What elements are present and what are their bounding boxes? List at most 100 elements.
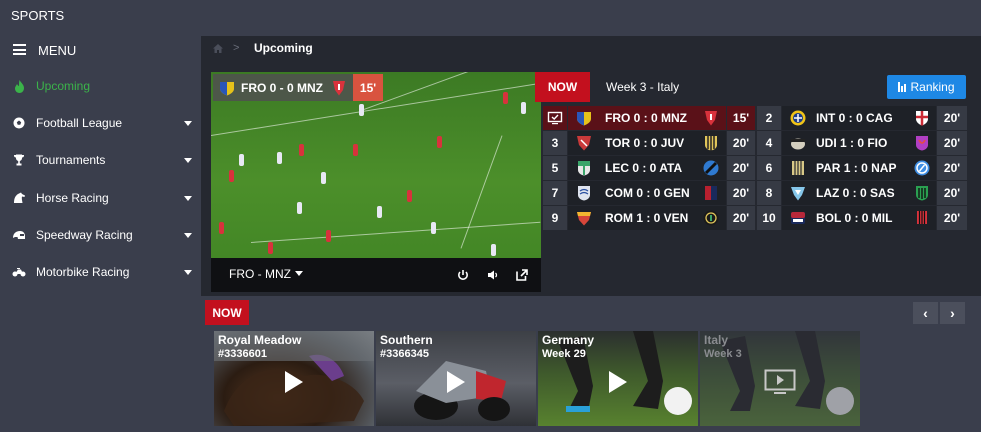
match-minute: 15' <box>353 74 384 101</box>
game-minute: 20' <box>727 156 755 180</box>
screen-play-icon[interactable] <box>764 369 796 400</box>
menu-label: MENU <box>38 43 77 58</box>
chevron-right-icon[interactable]: › <box>940 302 965 324</box>
score-row: 3 TOR 0 : 0 JUV 20' 4 UDI 1 : 0 FIO 20' <box>543 131 967 155</box>
event-card-italy[interactable]: Italy Week 3 <box>700 331 860 426</box>
game-minute: 20' <box>727 181 755 205</box>
sidebar-item-motorbike-racing[interactable]: Motorbike Racing <box>0 254 201 290</box>
game-par-nap[interactable]: PAR 1 : 0 NAP <box>782 156 936 180</box>
game-bol-mil[interactable]: BOL 0 : 0 MIL <box>782 206 936 230</box>
soccer-ball-icon <box>12 116 26 130</box>
chevron-down-icon[interactable] <box>184 196 192 201</box>
match-select[interactable]: FRO - MNZ <box>229 267 303 281</box>
chevron-down-icon <box>295 271 303 276</box>
sidebar-item-tournaments[interactable]: Tournaments <box>0 142 201 178</box>
card-subtitle: #3366345 <box>380 348 429 360</box>
team-crest-icon <box>703 135 719 151</box>
game-minute: 20' <box>937 206 967 230</box>
chevron-down-icon[interactable] <box>184 270 192 275</box>
team-crest-icon <box>703 160 719 176</box>
live-screen-icon[interactable] <box>543 106 567 130</box>
video-score: FRO 0 - 0 MNZ <box>241 80 324 95</box>
game-minute: 20' <box>727 131 755 155</box>
sidebar-item-upcoming[interactable]: Upcoming <box>0 68 201 104</box>
card-subtitle: Week 3 <box>704 348 742 360</box>
game-number: 5 <box>543 156 567 180</box>
play-icon[interactable] <box>285 371 303 393</box>
volume-icon[interactable] <box>486 268 500 282</box>
card-title: Royal Meadow <box>218 333 302 347</box>
team-crest-icon <box>576 160 592 176</box>
game-score: INT 0 : 0 CAG <box>816 111 893 125</box>
game-number: 6 <box>757 156 781 180</box>
game-minute: 20' <box>727 206 755 230</box>
game-number: 9 <box>543 206 567 230</box>
menu-toggle[interactable]: MENU <box>0 32 201 68</box>
hamburger-icon[interactable] <box>13 44 26 55</box>
score-row: 9 ROM 1 : 0 VEN 20' 10 BOL 0 : 0 MIL 20' <box>543 206 967 230</box>
card-title: Germany <box>542 333 595 347</box>
score-row: 7 COM 0 : 0 GEN 20' 8 LAZ 0 : 0 SAS 20' <box>543 181 967 205</box>
team-crest-icon <box>790 135 806 151</box>
trophy-icon <box>12 153 26 167</box>
sidebar-item-horse-racing[interactable]: Horse Racing <box>0 180 201 216</box>
team-crest-icon <box>703 210 719 226</box>
scores-grid: FRO 0 : 0 MNZ 15' 2 INT 0 : 0 CAG 20' 3 … <box>543 106 967 232</box>
team-crest-icon <box>703 110 719 126</box>
team-crest-icon <box>576 210 592 226</box>
popout-icon[interactable] <box>515 268 529 282</box>
game-number: 4 <box>757 131 781 155</box>
score-row: FRO 0 : 0 MNZ 15' 2 INT 0 : 0 CAG 20' <box>543 106 967 130</box>
video-controls: FRO - MNZ <box>211 258 541 292</box>
now-badge: NOW <box>535 72 590 102</box>
chevron-down-icon[interactable] <box>184 233 192 238</box>
event-card-southern[interactable]: Southern #3366345 <box>376 331 536 426</box>
game-int-cag[interactable]: INT 0 : 0 CAG <box>782 106 936 130</box>
game-tor-juv[interactable]: TOR 0 : 0 JUV <box>568 131 726 155</box>
sidebar-item-speedway-racing[interactable]: Speedway Racing <box>0 217 201 253</box>
game-score: PAR 1 : 0 NAP <box>816 161 897 175</box>
game-rom-ven[interactable]: ROM 1 : 0 VEN <box>568 206 726 230</box>
carousel-controls: ‹ › <box>913 302 965 324</box>
team-crest-icon <box>914 185 930 201</box>
ranking-button[interactable]: Ranking <box>887 75 966 99</box>
game-udi-fio[interactable]: UDI 1 : 0 FIO <box>782 131 936 155</box>
game-laz-sas[interactable]: LAZ 0 : 0 SAS <box>782 181 936 205</box>
game-lec-ata[interactable]: LEC 0 : 0 ATA <box>568 156 726 180</box>
team-crest-icon <box>790 210 806 226</box>
game-minute: 20' <box>937 131 967 155</box>
fire-icon <box>12 79 26 93</box>
chevron-down-icon[interactable] <box>184 158 192 163</box>
card-subtitle: #3336601 <box>218 348 267 360</box>
motorbike-icon <box>12 265 26 279</box>
game-score: TOR 0 : 0 JUV <box>605 136 685 150</box>
power-icon[interactable] <box>456 268 470 282</box>
play-icon[interactable] <box>447 371 465 393</box>
game-number: 10 <box>757 206 781 230</box>
chevron-left-icon[interactable]: ‹ <box>913 302 938 324</box>
sidebar-item-label: Horse Racing <box>36 191 109 205</box>
chevron-down-icon[interactable] <box>184 121 192 126</box>
game-number: 7 <box>543 181 567 205</box>
game-minute: 20' <box>937 181 967 205</box>
team-crest-icon <box>914 160 930 176</box>
sidebar-item-football-league[interactable]: Football League <box>0 105 201 141</box>
event-card-germany[interactable]: Germany Week 29 <box>538 331 698 426</box>
game-minute: 15' <box>727 106 755 130</box>
app-title: SPORTS <box>11 8 65 23</box>
event-card-royal-meadow[interactable]: Royal Meadow #3336601 <box>214 331 374 426</box>
game-score: FRO 0 : 0 MNZ <box>605 111 688 125</box>
team-crest-icon <box>914 135 930 151</box>
team-crest-icon <box>790 110 806 126</box>
card-subtitle: Week 29 <box>542 348 586 360</box>
game-minute: 20' <box>937 106 967 130</box>
sidebar-item-label: Motorbike Racing <box>36 265 130 279</box>
top-bar: SPORTS <box>0 0 981 32</box>
game-com-gen[interactable]: COM 0 : 0 GEN <box>568 181 726 205</box>
play-icon[interactable] <box>609 371 627 393</box>
game-fro-mnz[interactable]: FRO 0 : 0 MNZ <box>568 106 726 130</box>
scores-header: NOW Week 3 - Italy Ranking <box>535 72 971 102</box>
week-label: Week 3 - Italy <box>606 80 680 94</box>
home-icon[interactable] <box>213 44 223 53</box>
team-crest-icon <box>576 110 592 126</box>
